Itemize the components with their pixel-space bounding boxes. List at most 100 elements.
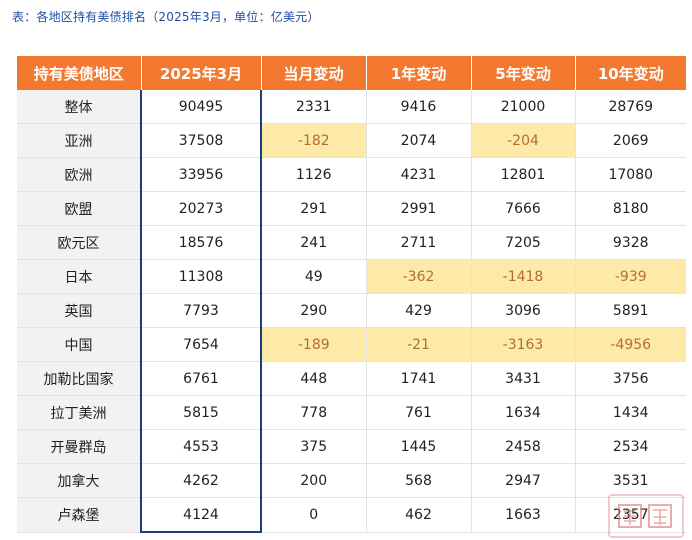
cell-5y-change: 1634 <box>471 395 576 430</box>
cell-month-change: 778 <box>261 395 367 430</box>
header-1y-change: 1年变动 <box>366 56 472 90</box>
cell-5y-change: -204 <box>471 123 576 158</box>
cell-current: 90495 <box>140 90 262 124</box>
cell-region: 开曼群岛 <box>17 429 142 464</box>
cell-10y-change: 1434 <box>575 395 686 430</box>
cell-month-change: 448 <box>261 361 367 396</box>
table-row: 中国 7654 -189 -21 -3163 -4956 <box>17 327 686 362</box>
cell-current: 18576 <box>140 225 262 260</box>
cell-region: 亚洲 <box>17 123 142 158</box>
table-row: 日本 11308 49 -362 -1418 -939 <box>17 259 686 294</box>
cell-10y-change: -4956 <box>575 327 686 362</box>
cell-1y-change: 761 <box>366 395 472 430</box>
cell-current: 11308 <box>140 259 262 294</box>
cell-10y-change: 2534 <box>575 429 686 464</box>
cell-5y-change: -1418 <box>471 259 576 294</box>
cell-current: 4124 <box>140 497 262 533</box>
cell-10y-change: 17080 <box>575 157 686 192</box>
cell-month-change: -182 <box>261 123 367 158</box>
table-caption: 表：各地区持有美债排名（2025年3月，单位：亿美元） <box>12 10 320 24</box>
cell-month-change: 2331 <box>261 90 367 124</box>
cell-10y-change: -939 <box>575 259 686 294</box>
table-row: 加勒比国家 6761 448 1741 3431 3756 <box>17 361 686 396</box>
cell-region: 卢森堡 <box>17 497 142 533</box>
cell-10y-change: 2069 <box>575 123 686 158</box>
cell-10y-change: 28769 <box>575 90 686 124</box>
cell-region: 欧元区 <box>17 225 142 260</box>
cell-current: 7654 <box>140 327 262 362</box>
cell-current: 7793 <box>140 293 262 328</box>
cell-current: 4553 <box>140 429 262 464</box>
cell-1y-change: 2991 <box>366 191 472 226</box>
cell-1y-change: 2074 <box>366 123 472 158</box>
cell-current: 20273 <box>140 191 262 226</box>
cell-5y-change: 7666 <box>471 191 576 226</box>
cell-5y-change: 12801 <box>471 157 576 192</box>
cell-10y-change: 3756 <box>575 361 686 396</box>
table-row: 欧元区 18576 241 2711 7205 9328 <box>17 225 686 260</box>
header-10y-change: 10年变动 <box>575 56 686 90</box>
table-row: 拉丁美洲 5815 778 761 1634 1434 <box>17 395 686 430</box>
cell-5y-change: 1663 <box>471 497 576 533</box>
cell-5y-change: 3096 <box>471 293 576 328</box>
cell-month-change: 49 <box>261 259 367 294</box>
cell-region: 整体 <box>17 90 142 124</box>
header-row: 持有美债地区 2025年3月 当月变动 1年变动 5年变动 10年变动 <box>17 56 686 90</box>
table-row: 整体 90495 2331 9416 21000 28769 <box>17 90 686 124</box>
cell-1y-change: 429 <box>366 293 472 328</box>
cell-5y-change: 3431 <box>471 361 576 396</box>
cell-month-change: 0 <box>261 497 367 533</box>
table-row: 欧洲 33956 1126 4231 12801 17080 <box>17 157 686 192</box>
cell-1y-change: 9416 <box>366 90 472 124</box>
table-body: 整体 90495 2331 9416 21000 28769 亚洲 37508 -182 2074… <box>17 90 686 533</box>
header-current: 2025年3月 <box>141 56 262 90</box>
table-row: 欧盟 20273 291 2991 7666 8180 <box>17 191 686 226</box>
cell-5y-change: 21000 <box>471 90 576 124</box>
header-5y-change: 5年变动 <box>471 56 576 90</box>
cell-1y-change: 1741 <box>366 361 472 396</box>
table-row: 加拿大 4262 200 568 2947 3531 <box>17 463 686 498</box>
cell-5y-change: 2947 <box>471 463 576 498</box>
cell-region: 加拿大 <box>17 463 142 498</box>
cell-1y-change: 4231 <box>366 157 472 192</box>
cell-10y-change: 5891 <box>575 293 686 328</box>
cell-5y-change: 7205 <box>471 225 576 260</box>
cell-month-change: -189 <box>261 327 367 362</box>
cell-5y-change: 2458 <box>471 429 576 464</box>
holdings-table-container: 持有美债地区 2025年3月 当月变动 1年变动 5年变动 10年变动 整体 90… <box>17 56 686 533</box>
cell-month-change: 200 <box>261 463 367 498</box>
cell-1y-change: -362 <box>366 259 472 294</box>
cell-1y-change: 568 <box>366 463 472 498</box>
cell-month-change: 1126 <box>261 157 367 192</box>
cell-1y-change: 1445 <box>366 429 472 464</box>
header-month-change: 当月变动 <box>261 56 367 90</box>
cell-1y-change: 2711 <box>366 225 472 260</box>
table-row: 英国 7793 290 429 3096 5891 <box>17 293 686 328</box>
cell-region: 日本 <box>17 259 142 294</box>
cell-10y-change: 3531 <box>575 463 686 498</box>
cell-current: 5815 <box>140 395 262 430</box>
cell-month-change: 375 <box>261 429 367 464</box>
cell-region: 欧洲 <box>17 157 142 192</box>
cell-region: 英国 <box>17 293 142 328</box>
table-row: 开曼群岛 4553 375 1445 2458 2534 <box>17 429 686 464</box>
cell-region: 拉丁美洲 <box>17 395 142 430</box>
cell-region: 中国 <box>17 327 142 362</box>
header-region: 持有美债地区 <box>17 56 142 90</box>
cell-1y-change: 462 <box>366 497 472 533</box>
holdings-table: 持有美债地区 2025年3月 当月变动 1年变动 5年变动 10年变动 整体 90… <box>17 56 686 533</box>
table-row: 卢森堡 4124 0 462 1663 2357 <box>17 497 686 533</box>
cell-5y-change: -3163 <box>471 327 576 362</box>
table-row: 亚洲 37508 -182 2074 -204 2069 <box>17 123 686 158</box>
cell-month-change: 291 <box>261 191 367 226</box>
cell-10y-change: 8180 <box>575 191 686 226</box>
stamp-watermark <box>608 494 684 538</box>
cell-10y-change: 9328 <box>575 225 686 260</box>
cell-current: 33956 <box>140 157 262 192</box>
cell-current: 37508 <box>140 123 262 158</box>
cell-region: 欧盟 <box>17 191 142 226</box>
cell-1y-change: -21 <box>366 327 472 362</box>
cell-current: 4262 <box>140 463 262 498</box>
cell-month-change: 290 <box>261 293 367 328</box>
cell-region: 加勒比国家 <box>17 361 142 396</box>
